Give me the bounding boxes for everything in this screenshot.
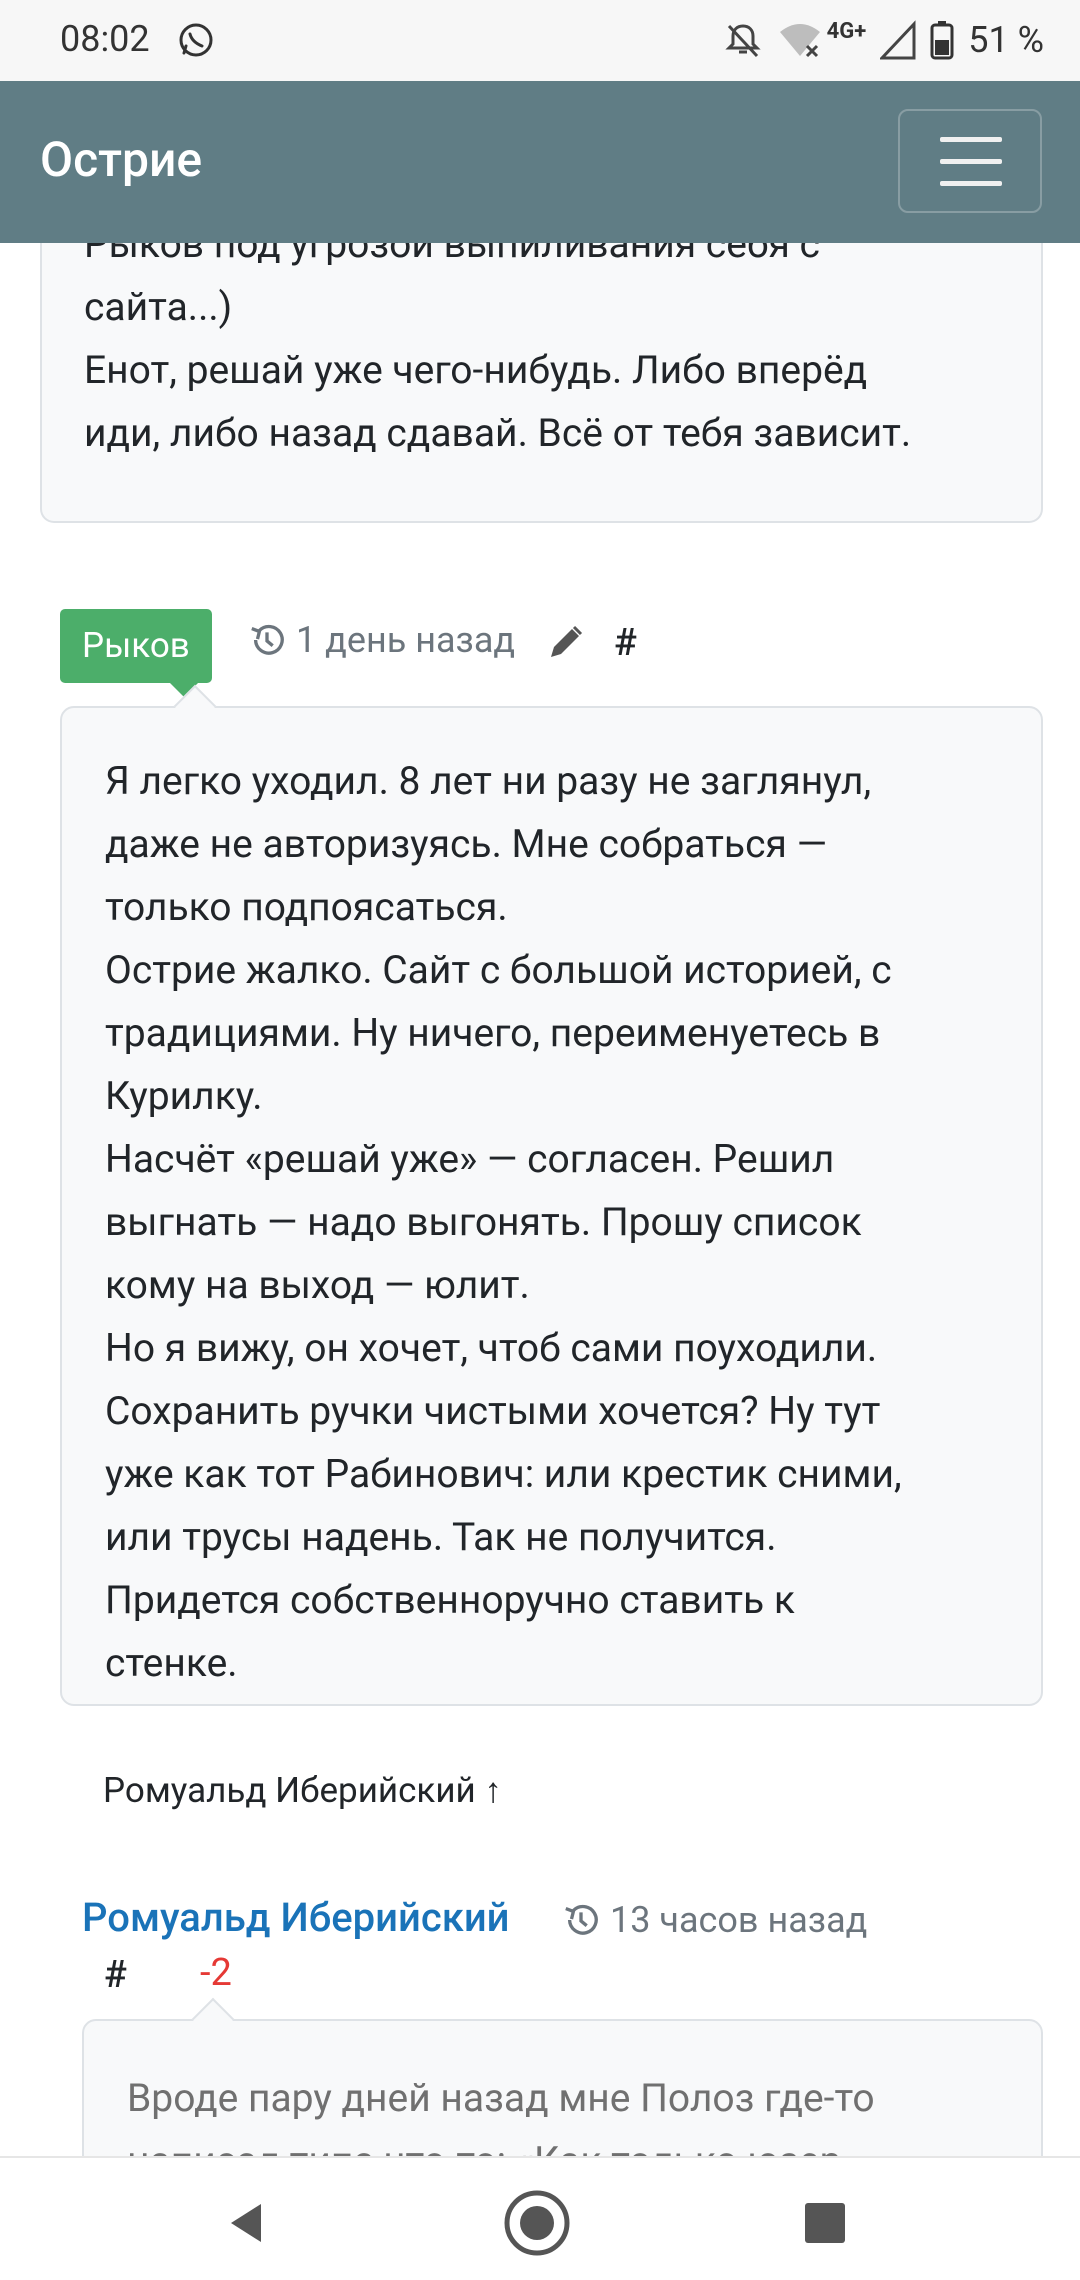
next-comment-text: Вроде пару дней назад мне Полоз где-то н…: [127, 2075, 875, 2156]
signal-icon: [880, 20, 916, 60]
comment-time-label: 1 день назад: [296, 619, 516, 661]
notifications-off-icon: [725, 24, 761, 58]
wifi-icon: [779, 24, 820, 58]
history-icon: [251, 624, 284, 655]
status-time: 08:02: [60, 18, 150, 60]
top-navbar: Острие: [0, 81, 1080, 243]
network-type: 4G+: [826, 18, 867, 44]
hamburger-icon: [940, 137, 1002, 142]
comment-body: Я легко уходил. 8 лет ни разу не загляну…: [60, 706, 1043, 1706]
comment-time: 1 день назад: [248, 619, 515, 661]
recent-apps-icon[interactable]: [790, 2188, 860, 2258]
next-comment-time-label: 13 часов назад: [610, 1899, 868, 1941]
next-comment-permalink[interactable]: #: [104, 1953, 127, 1997]
system-navigation-bar: [0, 2156, 1080, 2280]
menu-toggle-button[interactable]: [898, 109, 1042, 213]
battery-percent: 51 %: [968, 19, 1044, 61]
comment-permalink[interactable]: #: [614, 621, 637, 665]
comment-text: Я легко уходил. 8 лет ни разу не загляну…: [105, 758, 902, 1686]
back-icon[interactable]: [215, 2188, 285, 2258]
previous-comment-body: Рыков под угрозой выпиливания себя с сай…: [40, 243, 1043, 523]
comment-author-badge[interactable]: Рыков: [60, 609, 212, 697]
battery-icon: [930, 21, 954, 60]
site-brand[interactable]: Острие: [40, 131, 202, 188]
comments-feed[interactable]: Рыков под угрозой выпиливания себя с сай…: [0, 243, 1080, 2156]
comment-score: -2: [200, 1951, 232, 1995]
next-comment-time: 13 часов назад: [562, 1899, 867, 1941]
next-comment-body: Вроде пару дней назад мне Полоз где-то н…: [82, 2019, 1043, 2156]
history-icon: [565, 1904, 598, 1935]
edit-icon[interactable]: [545, 623, 585, 663]
next-comment-author-link[interactable]: Ромуальд Иберийский: [82, 1894, 510, 1941]
status-icons: 4G+ 51 %: [723, 14, 1044, 66]
whatsapp-icon: [179, 23, 213, 57]
status-bar: 08:02 4G+ 51 %: [0, 0, 1080, 81]
reply-to-link[interactable]: Ромуальд Иберийский ↑: [103, 1770, 502, 1811]
home-icon[interactable]: [502, 2188, 572, 2258]
previous-comment-text: Рыков под угрозой выпиливания себя с сай…: [84, 243, 912, 456]
